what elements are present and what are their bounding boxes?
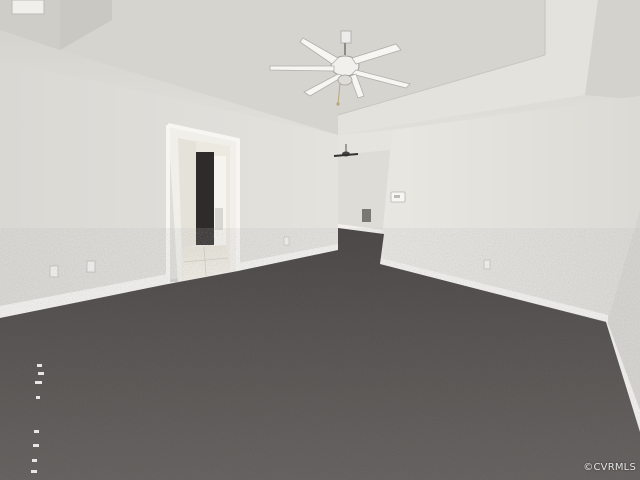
adjoining-room bbox=[333, 130, 392, 238]
wall-outlet bbox=[49, 265, 59, 278]
room-photo: ©CVRMLS bbox=[0, 0, 640, 480]
wall-outlet bbox=[483, 259, 491, 270]
watermark: ©CVRMLS bbox=[583, 462, 636, 473]
wall-outlet bbox=[86, 260, 96, 273]
floor-vent bbox=[362, 209, 371, 222]
doorway bbox=[166, 123, 240, 286]
wall-outlet bbox=[283, 236, 290, 246]
